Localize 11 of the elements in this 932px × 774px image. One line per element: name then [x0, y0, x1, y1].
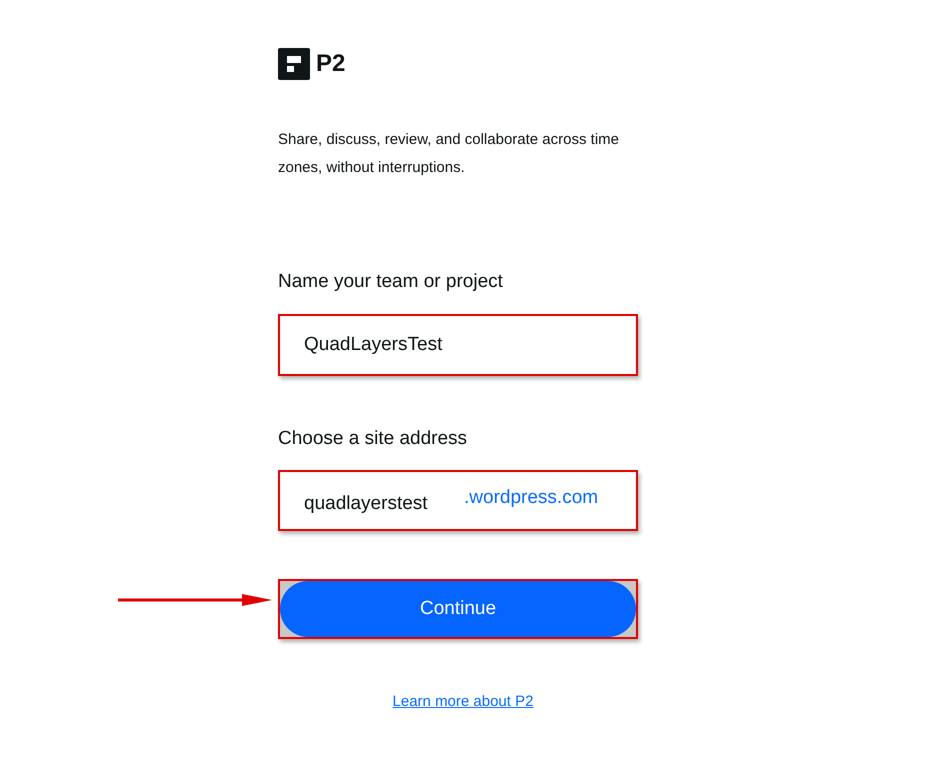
- field-label: Name your team or project: [278, 270, 504, 294]
- address-value: quadlayerstest: [304, 492, 429, 516]
- site-address-field[interactable]: quadlayerstest .wordpress.com: [278, 470, 638, 531]
- logo-text: P2: [316, 49, 346, 79]
- continue-button[interactable]: Continue: [278, 579, 638, 639]
- domain-suffix: .wordpress.com: [464, 486, 598, 510]
- field-label: Choose a site address: [278, 427, 468, 451]
- learn-more-link[interactable]: Learn more about P2: [392, 691, 534, 714]
- logo-icon: [278, 48, 310, 80]
- tagline: Share, discuss, review, and collaborate across time zones, without interruptions.: [278, 130, 620, 178]
- team-name-field[interactable]: QuadLayersTest: [278, 314, 638, 376]
